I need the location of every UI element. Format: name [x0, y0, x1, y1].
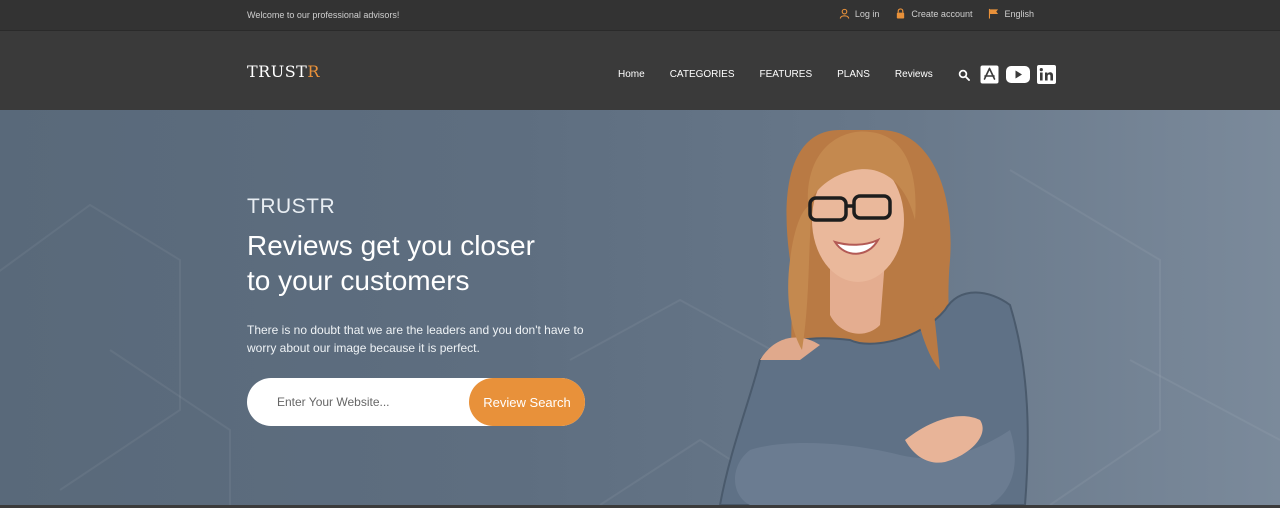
main-nav: Home CATEGORIES FEATURES PLANS Reviews: [618, 65, 1056, 84]
top-bar: Welcome to our professional advisors! Lo…: [0, 0, 1280, 31]
app-store-icon[interactable]: [980, 65, 999, 84]
logo-accent: R: [307, 62, 320, 81]
headline-line-2: to your customers: [247, 265, 470, 296]
top-links: Log in Create account English: [839, 8, 1034, 19]
search-icon[interactable]: [958, 69, 970, 81]
hero-text-block: TRUSTR Reviews get you closer to your cu…: [247, 195, 607, 357]
hero-description: There is no doubt that we are the leader…: [247, 323, 584, 355]
logo-main: TRUST: [247, 62, 308, 81]
headline-line-1: Reviews get you closer: [247, 230, 535, 261]
flag-icon: [989, 8, 999, 19]
hero-section: TRUSTR Reviews get you closer to your cu…: [0, 110, 1280, 505]
hero-person-image: [718, 130, 1029, 505]
site-logo[interactable]: TRUSTR: [247, 62, 320, 81]
social-links: [980, 65, 1056, 84]
nav-plans[interactable]: PLANS: [837, 69, 870, 80]
user-icon: [839, 8, 850, 19]
nav-reviews[interactable]: Reviews: [895, 69, 933, 80]
language-selector[interactable]: English: [988, 8, 1034, 19]
linkedin-icon[interactable]: [1036, 65, 1056, 84]
hero-background-pattern: [0, 169, 1280, 505]
website-search-form: Review Search: [247, 378, 585, 426]
hero-brand: TRUSTR: [247, 195, 336, 218]
nav-home[interactable]: Home: [618, 69, 645, 80]
welcome-text: Welcome to our professional advisors!: [247, 10, 400, 20]
login-link[interactable]: Log in: [839, 8, 880, 19]
create-account-label: Create account: [911, 8, 973, 19]
language-label: English: [1004, 8, 1034, 19]
review-search-button[interactable]: Review Search: [469, 378, 585, 426]
hero-headline: Reviews get you closer to your customers: [247, 228, 607, 298]
website-search-input[interactable]: [247, 378, 477, 426]
nav-categories[interactable]: CATEGORIES: [670, 69, 735, 80]
create-account-link[interactable]: Create account: [895, 8, 972, 19]
youtube-icon[interactable]: [1005, 65, 1030, 84]
main-navbar: TRUSTR Home CATEGORIES FEATURES PLANS Re…: [0, 31, 1280, 110]
nav-features[interactable]: FEATURES: [760, 69, 813, 80]
lock-icon: [897, 8, 905, 19]
login-label: Log in: [854, 8, 880, 19]
